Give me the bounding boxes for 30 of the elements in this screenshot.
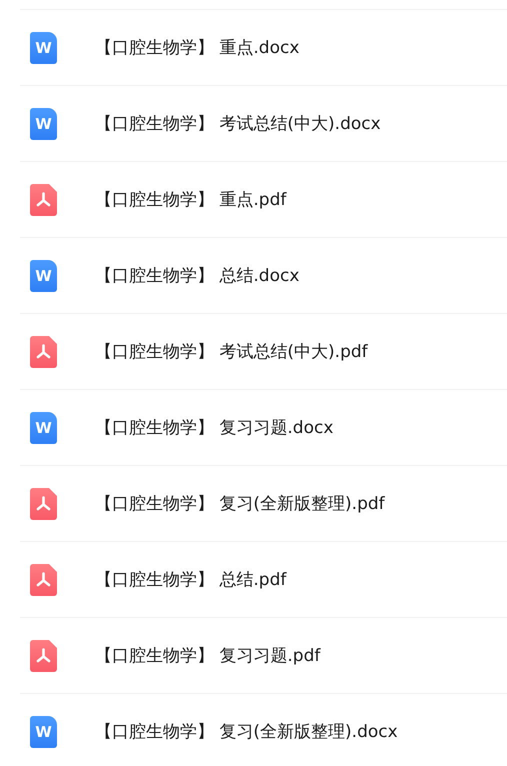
file-name: 【口腔生物学】 总结.docx [95, 265, 300, 287]
file-name: 【口腔生物学】 复习(全新版整理).docx [95, 721, 398, 743]
pdf-document-icon [30, 488, 57, 520]
file-row[interactable]: W 【口腔生物学】 复习习题.docx [20, 389, 507, 465]
file-row[interactable]: W 【口腔生物学】 考试总结(中大).docx [20, 85, 507, 161]
file-row[interactable]: 【口腔生物学】 考试总结(中大).pdf [20, 313, 507, 389]
file-name: 【口腔生物学】 复习习题.pdf [95, 645, 320, 667]
file-name: 【口腔生物学】 复习习题.docx [95, 417, 334, 439]
file-name: 【口腔生物学】 总结.pdf [95, 569, 286, 591]
file-row[interactable]: W 【口腔生物学】 总结.docx [20, 237, 507, 313]
file-name: 【口腔生物学】 重点.docx [95, 37, 300, 59]
file-row[interactable]: 【口腔生物学】 复习(全新版整理).pdf [20, 465, 507, 541]
word-document-icon: W [30, 32, 57, 64]
word-document-icon: W [30, 716, 57, 748]
file-row[interactable]: W 【口腔生物学】 复习(全新版整理).docx [20, 693, 507, 766]
pdf-document-icon [30, 184, 57, 216]
file-row[interactable]: 【口腔生物学】 复习习题.pdf [20, 617, 507, 693]
file-row[interactable]: W 【口腔生物学】 重点.docx [20, 9, 507, 85]
pdf-document-icon [30, 564, 57, 596]
file-row[interactable]: 【口腔生物学】 总结.pdf [20, 541, 507, 617]
word-document-icon: W [30, 108, 57, 140]
file-name: 【口腔生物学】 重点.pdf [95, 189, 286, 211]
file-row[interactable]: 【口腔生物学】 重点.pdf [20, 161, 507, 237]
file-name: 【口腔生物学】 考试总结(中大).pdf [95, 341, 368, 363]
file-name: 【口腔生物学】 复习(全新版整理).pdf [95, 493, 385, 515]
word-document-icon: W [30, 260, 57, 292]
pdf-document-icon [30, 640, 57, 672]
file-name: 【口腔生物学】 考试总结(中大).docx [95, 113, 381, 135]
pdf-document-icon [30, 336, 57, 368]
word-document-icon: W [30, 412, 57, 444]
